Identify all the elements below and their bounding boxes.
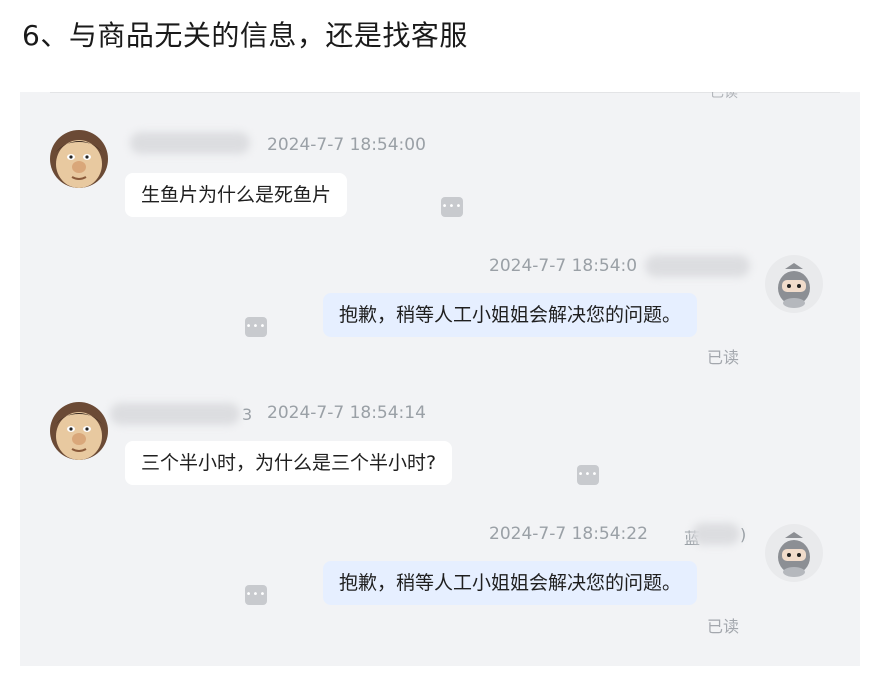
read-status: 已读 (707, 348, 740, 367)
username-fragment: 3 (242, 405, 253, 424)
agent-avatar-icon[interactable] (765, 524, 823, 582)
message-bubble[interactable]: 抱歉，稍等人工小姐姐会解决您的问题。 (323, 293, 698, 337)
more-dots-icon[interactable]: ••• (245, 317, 267, 337)
blurred-username (130, 132, 250, 154)
more-dots-icon[interactable]: ••• (245, 585, 267, 605)
page-heading: 6、与商品无关的信息，还是找客服 (22, 19, 468, 52)
more-dots-icon[interactable]: ••• (577, 465, 599, 485)
blurred-username (110, 403, 240, 425)
message-timestamp: 2024-7-7 18:54:0 (489, 256, 638, 276)
blurred-username (645, 255, 750, 277)
clipped-read-status: 已读 (710, 92, 738, 101)
blurred-username (692, 523, 740, 545)
message-bubble[interactable]: 三个半小时，为什么是三个半小时? (125, 441, 453, 485)
chat-panel: 已读 2024-7-7 18:54:00 生鱼片为什么是死鱼片 ••• 2024… (20, 92, 860, 666)
user-avatar-icon[interactable] (50, 130, 108, 188)
user-avatar-icon[interactable] (50, 402, 108, 460)
agent-avatar-icon[interactable] (765, 255, 823, 313)
read-status: 已读 (707, 617, 740, 636)
message-timestamp: 2024-7-7 18:54:22 (489, 524, 648, 544)
message-timestamp: 2024-7-7 18:54:14 (267, 403, 426, 423)
message-bubble[interactable]: 生鱼片为什么是死鱼片 (125, 173, 348, 217)
message-timestamp: 2024-7-7 18:54:00 (267, 135, 426, 155)
message-bubble[interactable]: 抱歉，稍等人工小姐姐会解决您的问题。 (323, 561, 698, 605)
more-dots-icon[interactable]: ••• (441, 197, 463, 217)
username-suffix: ) (740, 525, 747, 544)
